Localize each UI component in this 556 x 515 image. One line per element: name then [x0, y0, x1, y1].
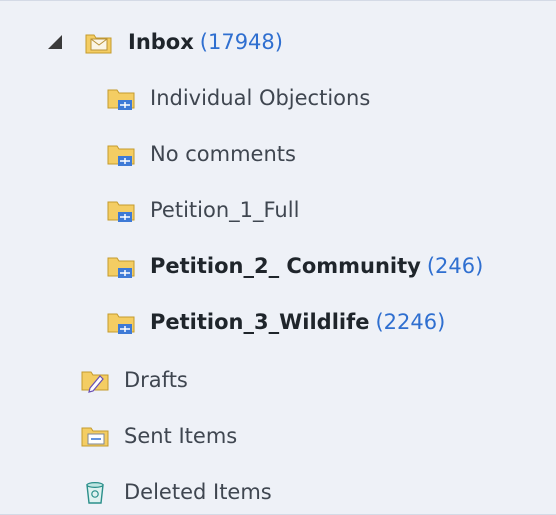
search-folder-icon	[106, 84, 136, 112]
folder-label: Petition_3_Wildlife	[150, 310, 370, 334]
drafts-icon	[80, 366, 110, 394]
folder-label: Petition_1_Full	[150, 198, 300, 222]
folder-item-drafts[interactable]: Drafts	[0, 357, 556, 403]
search-folder-icon	[106, 308, 136, 336]
search-folder-icon	[106, 196, 136, 224]
folder-item-no-comments[interactable]: No comments	[0, 131, 556, 177]
folder-label: Individual Objections	[150, 86, 371, 110]
folder-label: Drafts	[124, 368, 188, 392]
sent-items-icon	[80, 422, 110, 450]
folder-item-deleted-items[interactable]: Deleted Items	[0, 469, 556, 514]
trash-icon	[80, 478, 110, 506]
inbox-folder-icon	[84, 28, 114, 56]
search-folder-icon	[106, 252, 136, 280]
folder-item-petition-3-wildlife[interactable]: Petition_3_Wildlife (2246)	[0, 299, 556, 345]
folder-label: Inbox	[128, 30, 194, 54]
search-folder-icon	[106, 140, 136, 168]
unread-count: (2246)	[375, 310, 446, 334]
folder-label: No comments	[150, 142, 296, 166]
folder-pane: Inbox (17948) Individual Objections No c…	[0, 0, 556, 515]
folder-label: Deleted Items	[124, 480, 272, 504]
folder-label: Petition_2_ Community	[150, 254, 421, 278]
collapse-triangle-icon[interactable]	[44, 31, 66, 53]
folder-item-inbox[interactable]: Inbox (17948)	[0, 19, 556, 65]
folder-item-sent-items[interactable]: Sent Items	[0, 413, 556, 459]
folder-label: Sent Items	[124, 424, 238, 448]
folder-item-petition-1-full[interactable]: Petition_1_Full	[0, 187, 556, 233]
unread-count: (17948)	[199, 30, 283, 54]
folder-item-petition-2-community[interactable]: Petition_2_ Community (246)	[0, 243, 556, 289]
unread-count: (246)	[426, 254, 484, 278]
folder-item-individual-objections[interactable]: Individual Objections	[0, 75, 556, 121]
